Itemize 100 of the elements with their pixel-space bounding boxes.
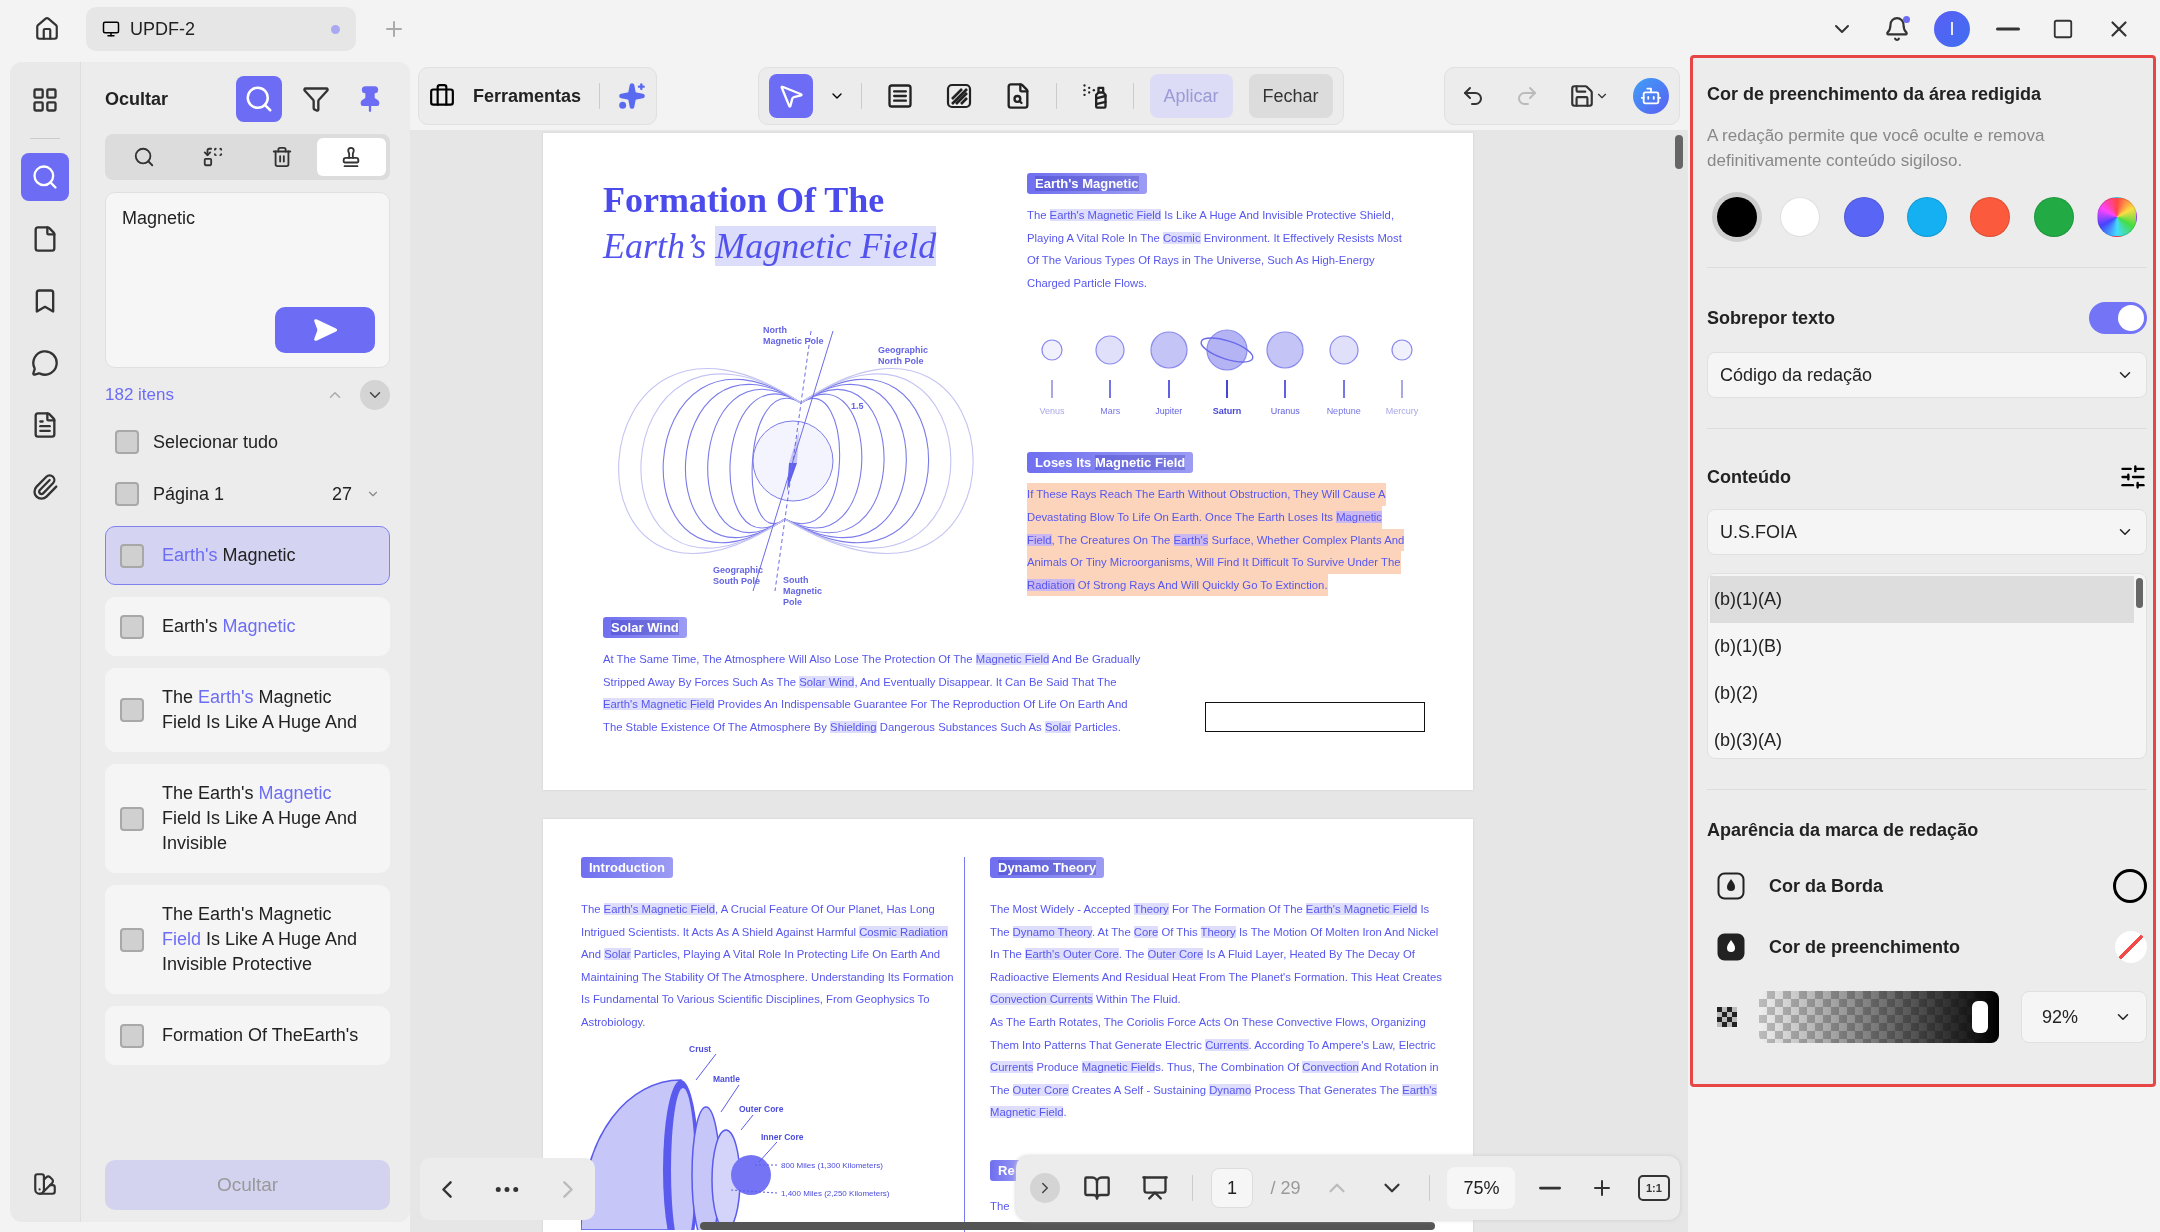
- swatch-book-icon: [32, 1171, 58, 1197]
- overlay-text-dropdown[interactable]: Código da redação: [1707, 352, 2147, 398]
- user-avatar[interactable]: I: [1934, 11, 1970, 47]
- planet-label: Mars: [1100, 406, 1121, 417]
- planet-label: Neptune: [1326, 406, 1361, 417]
- checkbox[interactable]: [120, 1023, 144, 1048]
- diagram-label: 1.5: [851, 401, 864, 411]
- result-text: Earth's Magnetic: [162, 615, 296, 638]
- document-tab[interactable]: UPDF-2: [86, 7, 356, 51]
- tick-mark: [1051, 380, 1053, 399]
- send-button[interactable]: [275, 307, 375, 353]
- document-subtitle: Earth’s Magnetic Field: [603, 225, 938, 268]
- diagram-label: Crust: [689, 1043, 712, 1054]
- tick-mark: [1167, 380, 1170, 399]
- next-result-button[interactable]: [360, 380, 390, 410]
- result-item[interactable]: Formation Of TheEarth's: [105, 1006, 390, 1065]
- replace-icon: [201, 146, 224, 168]
- no-fill-swatch[interactable]: [2115, 931, 2147, 963]
- result-item[interactable]: Earth's Magnetic: [105, 526, 390, 585]
- diagram-label: Mantle: [713, 1073, 740, 1084]
- monitor-icon: [102, 20, 120, 38]
- checkbox[interactable]: [120, 543, 144, 568]
- slider-thumb[interactable]: [1971, 1001, 1988, 1033]
- diagram-label: 800 Miles (1,300 Kilometers): [781, 1160, 883, 1170]
- toolbox-icon[interactable]: [429, 83, 455, 109]
- color-swatch[interactable]: [1907, 197, 1947, 237]
- select-tool-button[interactable]: [768, 74, 813, 118]
- send-icon: [312, 317, 338, 343]
- close-redaction-button[interactable]: Fechar: [1248, 74, 1333, 118]
- opacity-dropdown[interactable]: 92%: [2021, 991, 2147, 1043]
- zoom-field[interactable]: 75%: [1447, 1167, 1516, 1209]
- checkbox[interactable]: [120, 698, 144, 722]
- content-dropdown[interactable]: U.S.FOIA: [1707, 509, 2147, 555]
- paragraph: The Earth's Magnetic Field Is Like A Huge And Invisible Protective Shield, Playing A Vital Role In The Cosmic Environment. It Effectively Resists Most Of The Various Types Of Rays in The Universe, Such As High-Energy Charged Particle Flows.: [1027, 208, 1403, 291]
- diagram-label: Outer Core: [739, 1103, 784, 1114]
- trash-icon: [271, 146, 294, 168]
- smart-search-button[interactable]: [236, 76, 282, 122]
- diagram-label: Geographic South Pole: [713, 565, 763, 586]
- scrollbar-thumb[interactable]: [700, 1222, 1435, 1230]
- border-color-swatch[interactable]: [2113, 869, 2147, 903]
- ai-sparkle-icon[interactable]: [618, 82, 647, 110]
- panel-title: Ocultar: [105, 88, 170, 110]
- page-number-field[interactable]: 1: [1210, 1168, 1253, 1208]
- planet-label: Saturn: [1212, 406, 1242, 417]
- section-title: Aparência da marca de redação: [1707, 820, 1980, 841]
- paragraph: The Earth's Magnetic Field, A Crucial Feature Of Our Planet, Has Long Intrigued Scientists. It Acts As A Shield Against Harmful Cosmic Radiation And Solar Particles, Playing A Vital Role In Protecting Life On Earth And Maintaining The Stability Of The Atmosphere. Understanding Its Formation Is Fundamental To Various Scientific Disciplines, From Geophysics To Astrobiology.: [581, 902, 955, 1030]
- search-field[interactable]: Magnetic: [120, 207, 375, 230]
- code-list-item[interactable]: (b)(1)(B): [1710, 623, 2134, 670]
- paragraph: At The Same Time, The Atmosphere Will Also Lose The Protection Of The Magnetic Field And Be Gradually Stripped Away By Forces Such As The Solar Wind, And Eventually Disappear. It Can Be Said That The Earth's Magnetic Field Provides An Indispensable Guarantee For The Reproduction Of Life On Earth And The Stable Existence Of The Atmosphere By Shielding Dangerous Substances Such As Solar Particles.: [603, 652, 1141, 735]
- expand-button[interactable]: [1030, 1173, 1060, 1203]
- diagram-label: South Magnetic Pole: [783, 575, 822, 607]
- code-list-item[interactable]: (b)(2): [1710, 670, 2134, 717]
- document-title: Formation Of The: [603, 179, 886, 222]
- result-text: The Earth's Magnetic Field Is Like A Huge And Invisible: [162, 782, 359, 855]
- checkbox[interactable]: [120, 806, 144, 831]
- checkerboard-icon: [1717, 1007, 1737, 1027]
- border-color-label: Cor da Borda: [1769, 875, 1884, 897]
- paragraph: If These Rays Reach The Earth Without Obstruction, They Will Cause A Devastating Blow To Life On Earth. Once The Earth Loses Its Magnetic Field, The Creatures On The Earth's Surface, Whether Complex Plants And Animals Or Tiny Microorganisms, Will Find It Difficult To Survive Under The Radiation Of Strong Rays And Will Quickly Go To Extinction.: [1027, 483, 1433, 597]
- chevron-right-icon: [561, 1178, 574, 1200]
- overlay-text-toggle[interactable]: [2089, 302, 2147, 334]
- search-sidebar-button[interactable]: [21, 153, 69, 201]
- tools-label: Ferramentas: [473, 85, 582, 107]
- diagram-label: Inner Core: [761, 1131, 804, 1142]
- striped-square-icon: [945, 83, 972, 109]
- match-count: 27: [331, 483, 352, 505]
- checkbox[interactable]: [115, 482, 139, 506]
- result-item[interactable]: The Earth's Magnetic Field Is Like A Huge And: [105, 668, 390, 752]
- result-item[interactable]: The Earth's Magnetic Field Is Like A Huge And Invisible: [105, 764, 390, 873]
- redact-mode-tab[interactable]: [316, 138, 386, 176]
- checkbox[interactable]: [120, 927, 144, 952]
- tick-mark: [1226, 380, 1228, 399]
- actual-size-button[interactable]: 1:1: [1637, 1175, 1670, 1201]
- color-swatch[interactable]: [1843, 197, 1884, 237]
- color-swatch[interactable]: [2033, 197, 2074, 237]
- result-item[interactable]: The Earth's Magnetic Field Is Like A Huge And Invisible Protective: [105, 885, 390, 994]
- bell-icon: [1884, 16, 1910, 42]
- color-swatch[interactable]: [1970, 197, 2011, 237]
- scrollbar-thumb[interactable]: [1675, 135, 1683, 169]
- tab-title: UPDF-2: [130, 18, 196, 40]
- minus-icon: [1538, 1185, 1561, 1191]
- scrollbar-thumb[interactable]: [2136, 578, 2143, 608]
- code-list-item[interactable]: (b)(3)(A): [1710, 717, 2134, 758]
- color-swatch[interactable]: [1780, 197, 1821, 237]
- checkbox[interactable]: [115, 430, 139, 454]
- ai-assistant-button[interactable]: [1633, 78, 1669, 114]
- custom-color-swatch[interactable]: [2096, 197, 2137, 237]
- page-total: / 29: [1270, 1177, 1301, 1199]
- select-all-label: Selecionar tudo: [153, 431, 279, 453]
- result-item[interactable]: Earth's Magnetic: [105, 597, 390, 656]
- tick-mark: [1284, 380, 1287, 399]
- checkbox[interactable]: [120, 614, 144, 639]
- notification-dot: [1903, 16, 1910, 23]
- chevron-left-icon: [441, 1178, 454, 1200]
- diagram-label: 1,400 Miles (2,250 Kilometers): [781, 1188, 890, 1198]
- filter-icon: [302, 85, 330, 113]
- code-list-item[interactable]: (b)(1)(A): [1710, 576, 2134, 623]
- sliders-icon[interactable]: [2119, 463, 2147, 491]
- section-heading: Earth's Magnetic: [1027, 173, 1147, 194]
- opacity-slider[interactable]: [1759, 991, 1999, 1043]
- robot-icon: [1640, 85, 1662, 107]
